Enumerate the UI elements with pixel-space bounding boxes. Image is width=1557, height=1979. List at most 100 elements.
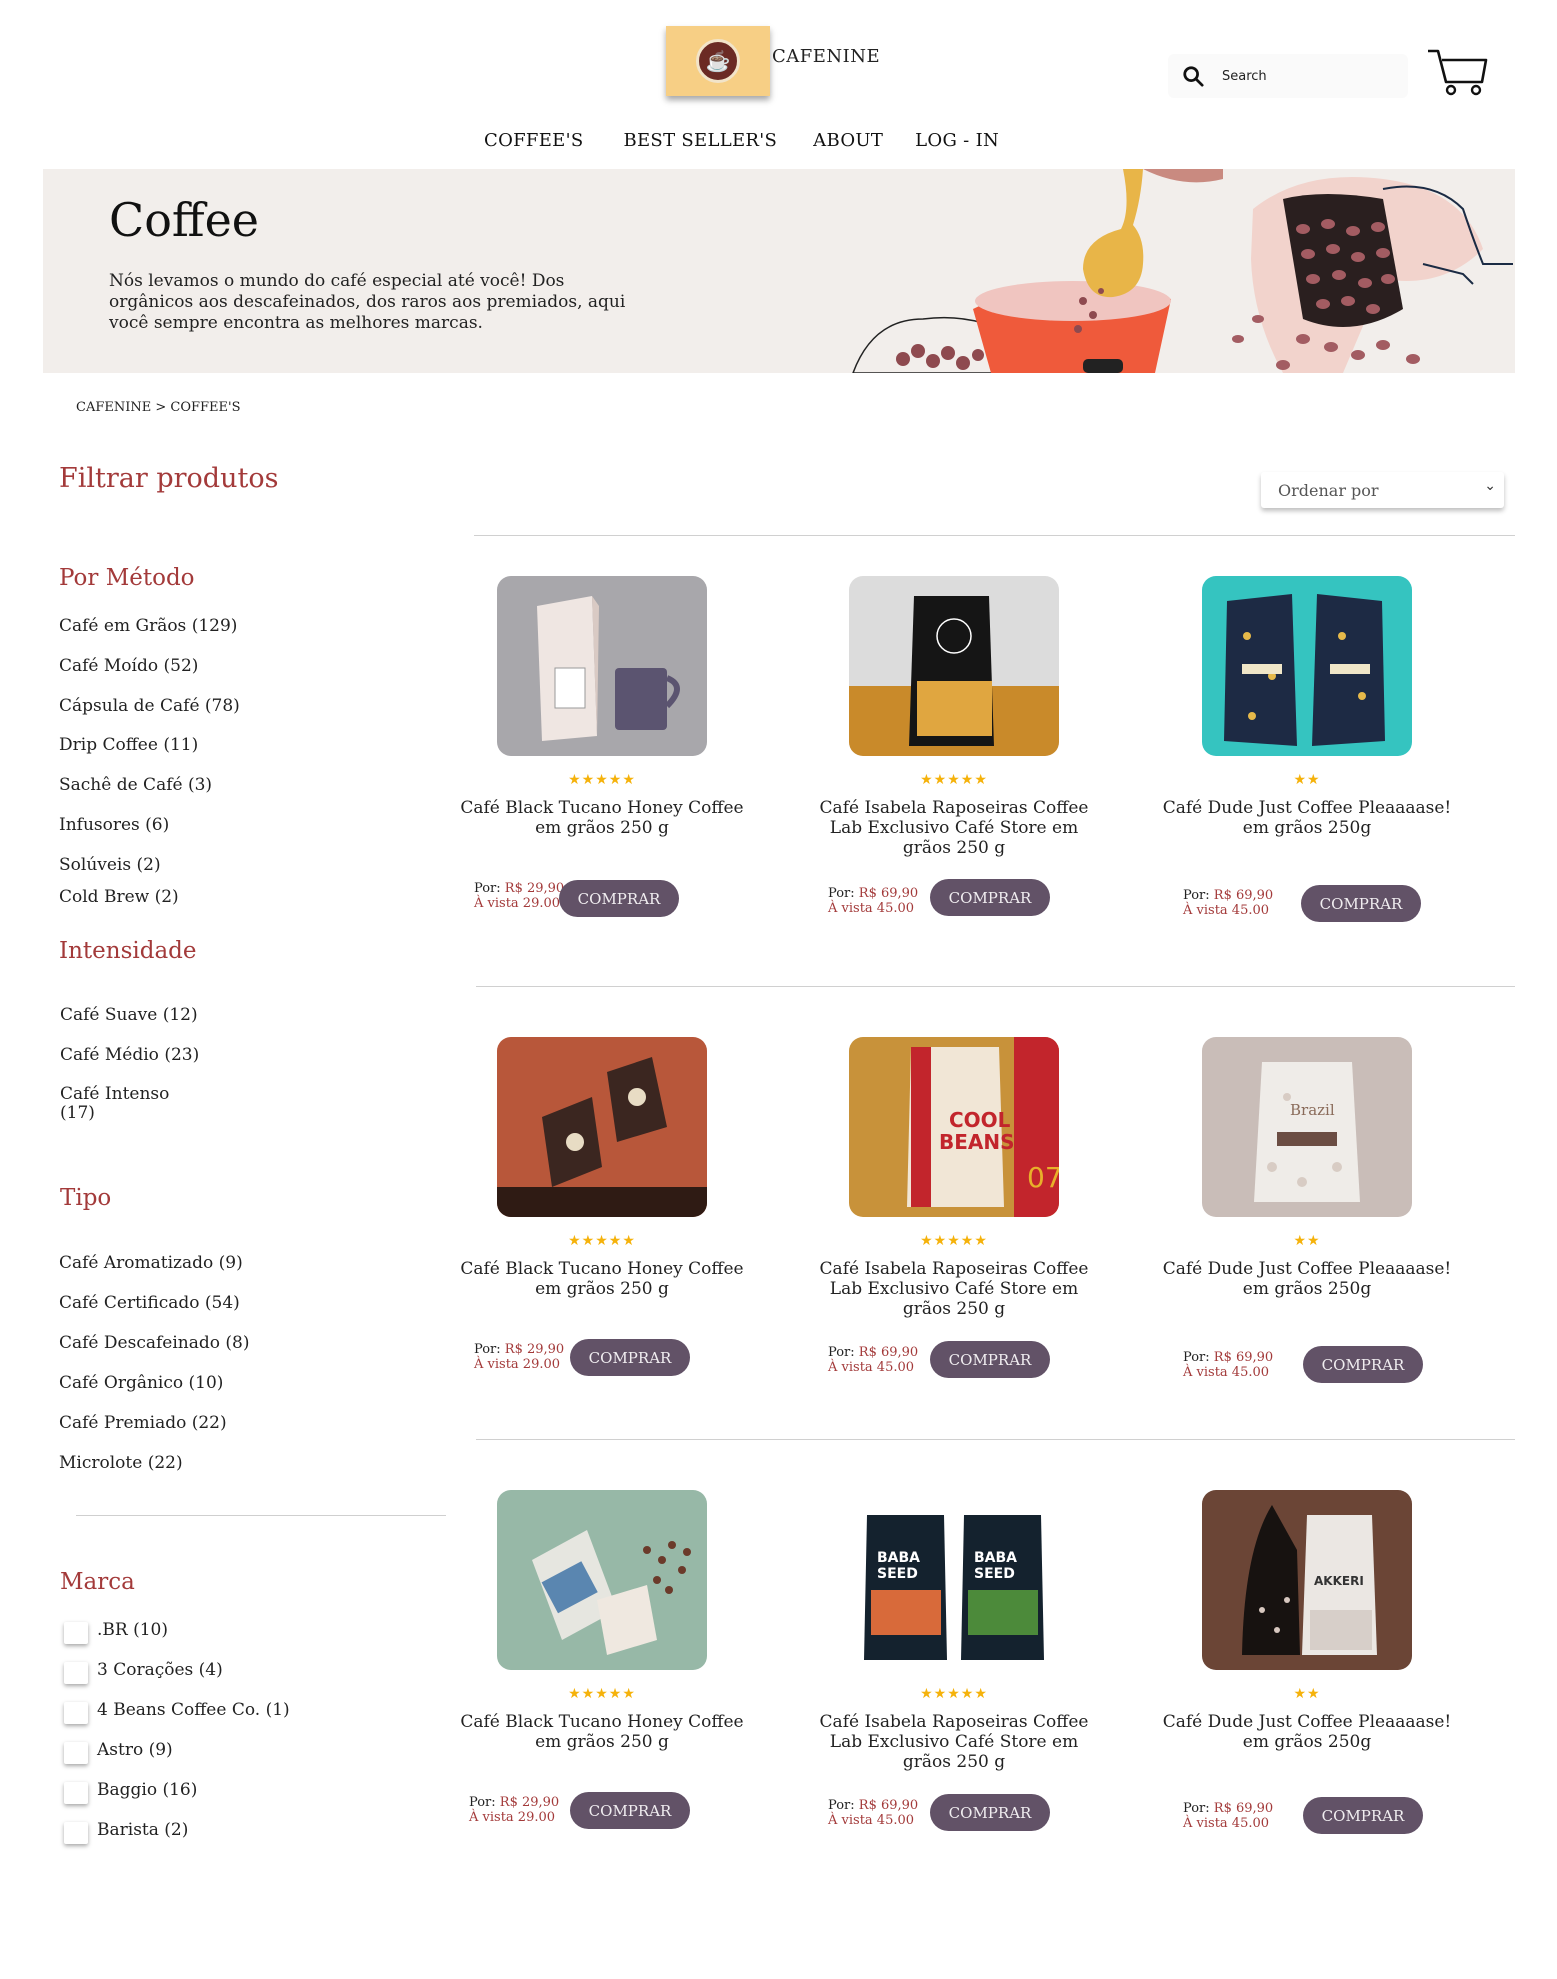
filter-option[interactable]: Café Médio (23) (60, 1045, 199, 1065)
filter-option[interactable]: Café Intenso (17) (60, 1085, 169, 1123)
product-image[interactable] (849, 576, 1059, 756)
product-card[interactable]: Brazil ★★ Café Dude Just Coffee Pleaaaas… (1157, 1037, 1457, 1299)
price-value: R$ 29,90 (499, 1795, 560, 1810)
product-image[interactable]: BABA SEED BABA SEED (849, 1490, 1059, 1670)
brand-checkbox[interactable] (64, 1702, 88, 1724)
brand-option[interactable]: Astro (9) (97, 1740, 173, 1760)
product-name[interactable]: Café Black Tucano Honey Coffee em grãos … (452, 798, 752, 838)
filter-section-tipo: Tipo (60, 1185, 112, 1211)
product-image[interactable]: Brazil (1202, 1037, 1412, 1217)
grid-divider (474, 535, 1515, 536)
product-name[interactable]: Café Black Tucano Honey Coffee em grãos … (452, 1712, 752, 1752)
cash-price: À vista 29.00 (474, 1357, 561, 1372)
filter-option[interactable]: Microlote (22) (59, 1453, 183, 1473)
product-card[interactable]: COOL BEANS 07 ★★★★★ Café Isabela Raposeira… (804, 1037, 1104, 1319)
filter-option[interactable]: Café Orgânico (10) (59, 1373, 223, 1393)
product-card[interactable]: BABA SEED BABA SEED ★★★★★ Café Isabela Rapo… (804, 1490, 1104, 1772)
brand-checkbox[interactable] (64, 1662, 88, 1684)
svg-text:BEANS: BEANS (939, 1130, 1015, 1154)
price-label: Por: (1183, 1350, 1210, 1365)
buy-button[interactable]: COMPRAR (570, 1339, 690, 1376)
filter-option[interactable]: Café em Grãos (129) (59, 616, 237, 636)
filter-option[interactable]: Café Suave (12) (60, 1005, 198, 1025)
product-image[interactable] (497, 1490, 707, 1670)
product-image[interactable]: AKKERI (1202, 1490, 1412, 1670)
brand-option[interactable]: 3 Corações (4) (97, 1660, 223, 1680)
buy-button[interactable]: COMPRAR (559, 880, 679, 917)
buy-button[interactable]: COMPRAR (570, 1792, 690, 1829)
product-image[interactable]: COOL BEANS 07 (849, 1037, 1059, 1217)
product-image[interactable] (1202, 576, 1412, 756)
logo[interactable]: ☕ (666, 26, 770, 96)
product-name[interactable]: Café Isabela Raposeiras Coffee Lab Exclu… (804, 1712, 1104, 1772)
product-card[interactable]: ★★★★★ Café Black Tucano Honey Coffee em … (452, 576, 752, 838)
buy-button[interactable]: COMPRAR (1303, 1346, 1423, 1383)
product-name[interactable]: Café Isabela Raposeiras Coffee Lab Exclu… (804, 798, 1104, 858)
filter-option[interactable]: Solúveis (2) (59, 855, 161, 875)
product-name[interactable]: Café Dude Just Coffee Pleaaaase! em grão… (1157, 798, 1457, 838)
cash-price: À vista 45.00 (1183, 903, 1270, 918)
filter-option[interactable]: Cápsula de Café (78) (59, 696, 240, 716)
buy-button[interactable]: COMPRAR (1303, 1797, 1423, 1834)
product-name[interactable]: Café Dude Just Coffee Pleaaaase! em grão… (1157, 1712, 1457, 1752)
hero-banner: Coffee Nós levamos o mundo do café espec… (43, 169, 1515, 373)
filter-option[interactable]: Drip Coffee (11) (59, 735, 198, 755)
brand-checkbox[interactable] (64, 1742, 88, 1764)
brand-checkbox[interactable] (64, 1622, 88, 1644)
search-icon[interactable] (1182, 65, 1204, 87)
filter-option[interactable]: Cold Brew (2) (59, 887, 179, 907)
filter-section-intensidade: Intensidade (59, 938, 197, 964)
filter-option[interactable]: Café Descafeinado (8) (59, 1333, 249, 1353)
filter-option[interactable]: Café Certificado (54) (59, 1293, 240, 1313)
product-card[interactable]: ★★ Café Dude Just Coffee Pleaaaase! em g… (1157, 576, 1457, 838)
product-card[interactable]: AKKERI ★★ Café Dude Just Coffee Pleaaaas… (1157, 1490, 1457, 1752)
cash-price: À vista 45.00 (828, 901, 915, 916)
rating-stars: ★★★★★ (568, 1233, 636, 1249)
brand-checkbox[interactable] (64, 1822, 88, 1844)
nav-login[interactable]: LOG - IN (915, 130, 999, 151)
product-name[interactable]: Café Dude Just Coffee Pleaaaase! em grão… (1157, 1259, 1457, 1299)
svg-text:07: 07 (1027, 1161, 1059, 1194)
product-image[interactable] (497, 576, 707, 756)
cash-price: À vista 45.00 (828, 1360, 915, 1375)
buy-button[interactable]: COMPRAR (930, 879, 1050, 916)
price-value: R$ 69,90 (858, 1798, 919, 1813)
nav-coffees[interactable]: COFFEE'S (484, 130, 583, 151)
filter-option[interactable]: Café Aromatizado (9) (59, 1253, 243, 1273)
product-name[interactable]: Café Black Tucano Honey Coffee em grãos … (452, 1259, 752, 1299)
price-label: Por: (1183, 1801, 1210, 1816)
breadcrumb[interactable]: CAFENINE > COFFEE'S (76, 400, 240, 415)
filter-option[interactable]: Infusores (6) (59, 815, 169, 835)
product-name[interactable]: Café Isabela Raposeiras Coffee Lab Exclu… (804, 1259, 1104, 1319)
buy-button[interactable]: COMPRAR (930, 1341, 1050, 1378)
filter-option[interactable]: Sachê de Café (3) (59, 775, 212, 795)
brand-checkbox[interactable] (64, 1782, 88, 1804)
cart-icon[interactable] (1426, 48, 1488, 96)
filter-option[interactable]: Café Moído (52) (59, 656, 198, 676)
rating-stars: ★★★★★ (568, 1686, 636, 1702)
product-image[interactable] (497, 1037, 707, 1217)
product-card[interactable]: ★★★★★ Café Black Tucano Honey Coffee em … (452, 1037, 752, 1299)
buy-button[interactable]: COMPRAR (930, 1794, 1050, 1831)
svg-text:AKKERI: AKKERI (1314, 1574, 1364, 1588)
price-block: Por: R$ 29,90 À vista 29.00 (474, 1342, 564, 1372)
cash-price: À vista 29.00 (474, 896, 561, 911)
brand-option[interactable]: 4 Beans Coffee Co. (1) (97, 1700, 290, 1720)
brand-option[interactable]: Baggio (16) (97, 1780, 197, 1800)
product-card[interactable]: ★★★★★ Café Isabela Raposeiras Coffee Lab… (804, 576, 1104, 858)
cash-price: À vista 45.00 (1183, 1365, 1270, 1380)
brand-option[interactable]: Barista (2) (97, 1820, 188, 1840)
search-input[interactable] (1222, 68, 1382, 84)
sort-dropdown[interactable]: Ordenar por ⌄ (1261, 472, 1504, 508)
grid-divider (476, 986, 1515, 987)
buy-button[interactable]: COMPRAR (1301, 885, 1421, 922)
price-block: Por: R$ 69,90 À vista 45.00 (1183, 888, 1273, 918)
product-card[interactable]: ★★★★★ Café Black Tucano Honey Coffee em … (452, 1490, 752, 1752)
price-block: Por: R$ 69,90 À vista 45.00 (828, 1798, 918, 1828)
nav-about[interactable]: ABOUT (813, 130, 883, 151)
filter-option[interactable]: Café Premiado (22) (59, 1413, 227, 1433)
svg-text:SEED: SEED (974, 1566, 1015, 1582)
search-bar[interactable] (1168, 54, 1408, 98)
nav-best-sellers[interactable]: BEST SELLER'S (623, 130, 777, 151)
brand-option[interactable]: .BR (10) (97, 1620, 168, 1640)
